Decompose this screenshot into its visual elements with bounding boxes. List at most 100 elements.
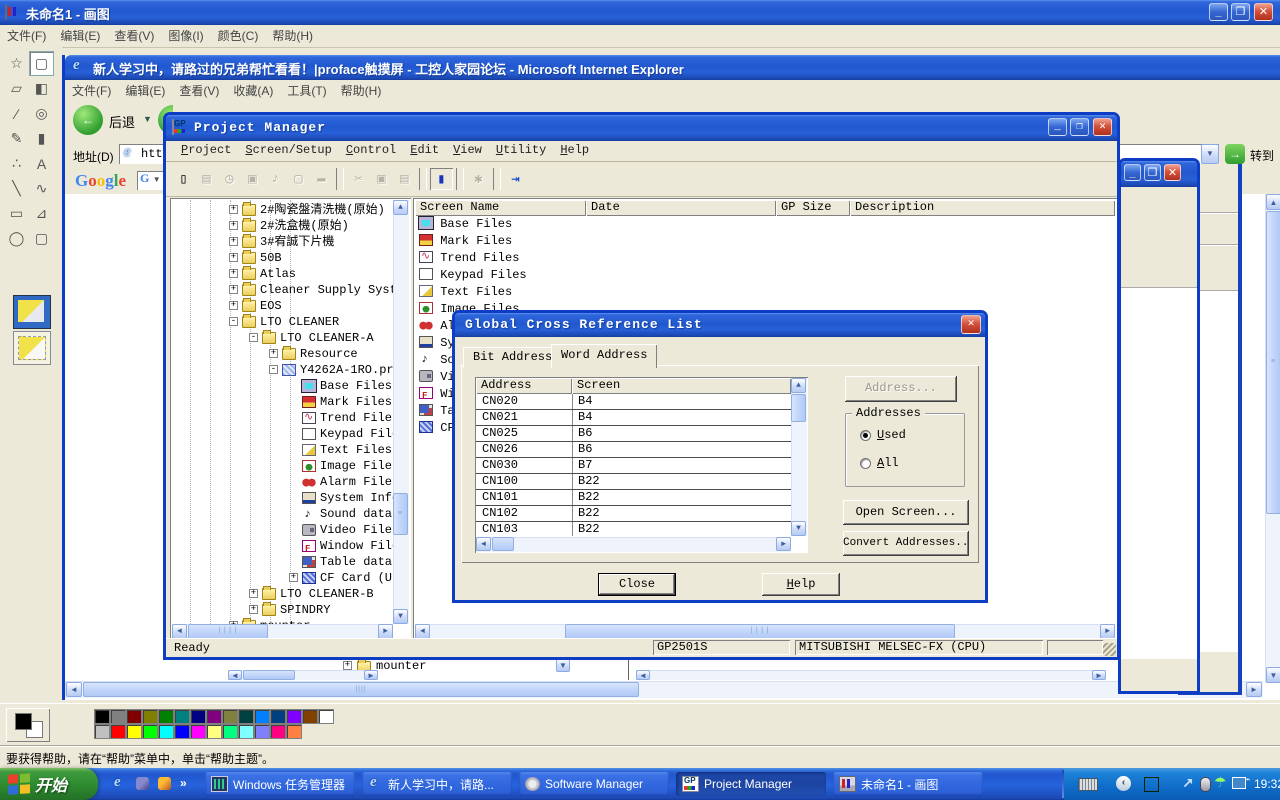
palette-color-9[interactable]	[238, 709, 254, 724]
pm-menu-item-5[interactable]: Utility	[489, 141, 553, 159]
palette-color-21[interactable]	[190, 724, 206, 739]
expand-icon[interactable]: +	[269, 349, 278, 358]
brush-tool-icon[interactable]: ▮	[29, 126, 54, 151]
paint-minimize-button[interactable]: _	[1209, 3, 1228, 21]
palette-color-18[interactable]	[142, 724, 158, 739]
palette-color-25[interactable]	[254, 724, 270, 739]
taskbar-task-4[interactable]: 未命名1 - 画图	[833, 772, 983, 796]
ie-horizontal-scrollbar[interactable]: ◄ |||| ►	[65, 681, 1263, 698]
palette-color-5[interactable]	[174, 709, 190, 724]
expand-icon[interactable]: +	[229, 253, 238, 262]
expand-icon[interactable]: +	[249, 605, 258, 614]
tool-toolbar-icon[interactable]: ✱	[467, 168, 490, 190]
xref-table-row[interactable]: CN100B22	[476, 474, 791, 490]
grid-tray-icon[interactable]	[1144, 777, 1159, 792]
xref-table-row[interactable]: CN021B4	[476, 410, 791, 426]
select-tool-icon[interactable]: ▢	[29, 51, 54, 76]
scroll-down-icon[interactable]: ▼	[791, 521, 806, 536]
collapse-icon[interactable]: -	[229, 317, 238, 326]
maximize-button[interactable]: ❐	[1144, 164, 1161, 181]
copy-screen-toolbar-icon[interactable]: ▣	[241, 168, 264, 190]
scroll-up-icon[interactable]: ▲	[1266, 194, 1280, 210]
tab-word-address[interactable]: Word Address	[551, 344, 657, 368]
ie-vertical-scrollbar[interactable]: ▲ ≡ ▼	[1265, 194, 1280, 683]
pm-maximize-button[interactable]: ❐	[1070, 118, 1089, 136]
minimize-button[interactable]: _	[1124, 164, 1141, 181]
taskbar-task-1[interactable]: 新人学习中，请路...	[362, 772, 512, 796]
scroll-left-icon[interactable]: ◄	[66, 682, 82, 697]
palette-color-3[interactable]	[142, 709, 158, 724]
convert-addresses-button[interactable]: Convert Addresses...	[843, 531, 969, 556]
expand-icon[interactable]: +	[229, 269, 238, 278]
palette-color-10[interactable]	[254, 709, 270, 724]
scroll-right-icon[interactable]: ►	[364, 670, 378, 680]
ie-menu-item-1[interactable]: 编辑(E)	[118, 80, 172, 101]
list-item[interactable]: Base Files	[419, 216, 512, 233]
address-dropdown-icon[interactable]: ▼	[1201, 144, 1219, 164]
palette-color-8[interactable]	[222, 709, 238, 724]
expand-icon[interactable]: +	[249, 589, 258, 598]
palette-color-24[interactable]	[238, 724, 254, 739]
tree-vertical-scrollbar[interactable]: ▲ ≡ ▼	[393, 200, 409, 624]
paint-option-transparent[interactable]	[13, 331, 51, 365]
collapse-icon[interactable]: -	[269, 365, 278, 374]
umbrella-tray-icon[interactable]: ☂	[1214, 774, 1227, 791]
monitor-toolbar-icon[interactable]: ▢	[287, 168, 310, 190]
taskbar-task-2[interactable]: Software Manager	[519, 772, 669, 796]
xref-table-row[interactable]: CN102B22	[476, 506, 791, 522]
xref-horizontal-scrollbar[interactable]: ◄ ►	[476, 537, 791, 552]
back-icon[interactable]: ←	[73, 105, 103, 135]
pm-menu-item-2[interactable]: Control	[339, 141, 403, 159]
column-header-gp-size[interactable]: GP Size	[776, 200, 850, 216]
pm-menu-item-4[interactable]: View	[446, 141, 489, 159]
line-tool-icon[interactable]: ╲	[4, 176, 29, 201]
palette-color-14[interactable]	[318, 709, 334, 724]
alarm-editor-toolbar-icon[interactable]: ◷	[218, 168, 241, 190]
palette-color-23[interactable]	[222, 724, 238, 739]
palette-color-20[interactable]	[174, 724, 190, 739]
paint-menu-item-4[interactable]: 颜色(C)	[211, 25, 266, 46]
scroll-right-icon[interactable]: ►	[1246, 682, 1262, 697]
scroll-thumb[interactable]: ≡	[1266, 211, 1280, 514]
pencil-tool-icon[interactable]: ✎	[4, 126, 29, 151]
keyboard-tray-icon[interactable]	[1078, 778, 1098, 791]
radio-all-label[interactable]: All	[877, 456, 899, 470]
xref-close-icon[interactable]: ✕	[961, 315, 981, 334]
list-item[interactable]: Trend Files	[419, 250, 519, 267]
paint-menu-item-0[interactable]: 文件(F)	[0, 25, 53, 46]
open-screen-toolbar-icon[interactable]: ▤	[195, 168, 218, 190]
ie-menu-item-3[interactable]: 收藏(A)	[226, 80, 280, 101]
new-screen-toolbar-icon[interactable]: ▯	[172, 168, 195, 190]
xref-table-row[interactable]: CN030B7	[476, 458, 791, 474]
xref-table-row[interactable]: CN020B4	[476, 394, 791, 410]
fragment-scrollbar[interactable]: ◄ ►	[636, 670, 1106, 680]
ellipse-tool-icon[interactable]: ◯	[4, 226, 29, 251]
scroll-left-icon[interactable]: ◄	[476, 537, 491, 551]
rounded-rect-tool-icon[interactable]: ▢	[29, 226, 54, 251]
paint-option-opaque[interactable]	[13, 295, 51, 329]
go-button[interactable]: → 转到	[1225, 144, 1280, 165]
column-header-screen[interactable]: Screen	[572, 378, 791, 394]
pm-close-button[interactable]: ✕	[1093, 118, 1112, 136]
quicklaunch-overflow-chevron[interactable]: »	[180, 776, 187, 790]
scroll-left-icon[interactable]: ◄	[172, 624, 187, 639]
pm-menu-item-6[interactable]: Help	[553, 141, 596, 159]
expand-icon[interactable]: +	[229, 205, 238, 214]
pm-minimize-button[interactable]: _	[1048, 118, 1067, 136]
column-header-description[interactable]: Description	[850, 200, 1115, 216]
quicklaunch-messenger-icon[interactable]	[136, 777, 149, 790]
column-header-date[interactable]: Date	[586, 200, 776, 216]
cut-toolbar-icon[interactable]: ✂	[347, 168, 370, 190]
scroll-left-icon[interactable]: ◄	[636, 670, 650, 680]
copy-toolbar-icon[interactable]: ▣	[370, 168, 393, 190]
paste-toolbar-icon[interactable]: ▤	[393, 168, 416, 190]
paint-menu-item-5[interactable]: 帮助(H)	[265, 25, 320, 46]
scroll-down-icon[interactable]: ▼	[556, 658, 570, 672]
arrow-tray-icon[interactable]: ↗	[1182, 775, 1194, 792]
pm-menu-item-3[interactable]: Edit	[403, 141, 446, 159]
radio-all[interactable]	[860, 458, 871, 469]
start-button[interactable]: 开始	[0, 768, 98, 800]
list-item[interactable]: Text Files	[419, 284, 512, 301]
expand-icon[interactable]: +	[289, 573, 298, 582]
scroll-thumb[interactable]	[243, 670, 295, 680]
